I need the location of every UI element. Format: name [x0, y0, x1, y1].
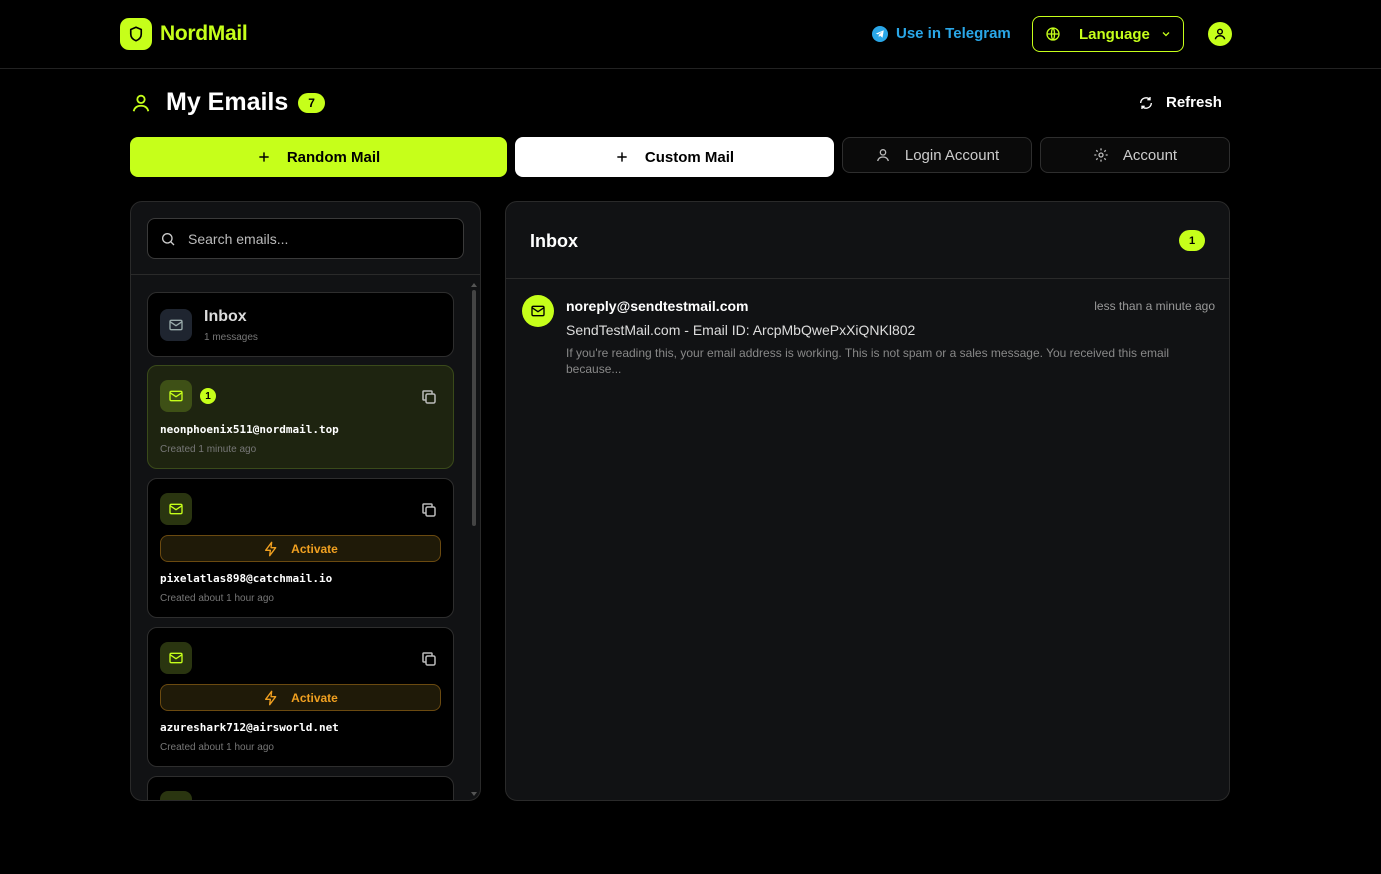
inbox-panel: Inbox 1 noreply@sendtestmail.com less th… — [505, 201, 1230, 801]
account-label: Account — [1122, 146, 1178, 164]
globe-icon — [1045, 26, 1061, 42]
created-time: Created about 1 hour ago — [160, 593, 274, 604]
email-count-badge: 7 — [298, 92, 325, 113]
copy-icon[interactable] — [420, 388, 438, 406]
message-time: less than a minute ago — [1094, 299, 1215, 313]
copy-icon[interactable] — [420, 799, 438, 800]
plus-icon — [257, 150, 271, 164]
activate-label: Activate — [291, 541, 338, 556]
shield-icon — [120, 18, 152, 50]
search-box[interactable] — [147, 218, 464, 259]
user-icon — [1214, 28, 1226, 40]
email-address: neonphoenix511@nordmail.top — [160, 423, 339, 436]
copy-icon[interactable] — [420, 501, 438, 519]
email-card[interactable]: Activate azureshark712@airsworld.net Cre… — [147, 627, 454, 767]
login-account-button[interactable]: Login Account — [842, 137, 1032, 173]
refresh-icon — [1138, 95, 1154, 111]
created-time: Created about 1 hour ago — [160, 742, 274, 753]
activate-label: Activate — [291, 690, 338, 705]
page-title: My Emails — [166, 88, 289, 116]
mail-icon — [160, 309, 192, 341]
email-address: azureshark712@airsworld.net — [160, 721, 339, 734]
activate-button[interactable]: Activate — [160, 684, 441, 711]
custom-mail-label: Custom Mail — [644, 148, 735, 166]
activate-button[interactable]: Activate — [160, 535, 441, 562]
email-card[interactable]: 1 neonphoenix511@nordmail.top Created 1 … — [147, 365, 454, 469]
inbox-title: Inbox — [530, 231, 578, 251]
login-account-label: Login Account — [904, 146, 1000, 164]
email-card[interactable] — [147, 776, 454, 800]
refresh-button[interactable]: Refresh — [1138, 94, 1222, 111]
telegram-label: Use in Telegram — [896, 25, 1011, 42]
lightning-icon — [263, 541, 279, 557]
mail-icon — [522, 295, 554, 327]
email-list: Inbox 1 messages 1 neonphoenix511@nordma… — [147, 292, 454, 800]
email-address: pixelatlas898@catchmail.io — [160, 572, 333, 585]
user-icon — [875, 147, 891, 163]
email-list-panel: Inbox 1 messages 1 neonphoenix511@nordma… — [130, 201, 481, 801]
user-icon — [130, 92, 152, 114]
scroll-thumb[interactable] — [472, 290, 476, 526]
lightning-icon — [263, 690, 279, 706]
search-input[interactable] — [188, 230, 448, 247]
mail-icon — [160, 380, 192, 412]
mail-icon — [160, 493, 192, 525]
account-button[interactable]: Account — [1040, 137, 1230, 173]
random-mail-label: Random Mail — [286, 148, 381, 166]
page-title-row: My Emails 7 — [130, 88, 325, 117]
divider — [131, 274, 480, 275]
chevron-down-icon — [1160, 28, 1172, 40]
refresh-label: Refresh — [1166, 94, 1222, 111]
message-subject: SendTestMail.com - Email ID: ArcpMbQwePx… — [566, 322, 916, 338]
inbox-message-count: 1 messages — [204, 332, 258, 343]
telegram-icon — [872, 25, 888, 42]
language-label: Language — [1079, 25, 1150, 43]
unread-badge: 1 — [200, 388, 216, 404]
search-icon — [160, 231, 176, 247]
plus-icon — [615, 150, 629, 164]
copy-icon[interactable] — [420, 650, 438, 668]
inbox-count-badge: 1 — [1179, 230, 1205, 251]
logo-text: NordMail — [160, 22, 248, 45]
inbox-title: Inbox — [204, 308, 247, 325]
message-row[interactable]: noreply@sendtestmail.com less than a min… — [506, 279, 1229, 379]
language-dropdown[interactable]: Language — [1032, 16, 1184, 52]
created-time: Created 1 minute ago — [160, 444, 257, 455]
telegram-link[interactable]: Use in Telegram — [872, 25, 1011, 42]
random-mail-button[interactable]: Random Mail — [130, 137, 507, 177]
inbox-card[interactable]: Inbox 1 messages — [147, 292, 454, 357]
logo[interactable]: NordMail — [120, 18, 248, 50]
message-preview: If you're reading this, your email addre… — [566, 346, 1170, 376]
mail-icon — [160, 642, 192, 674]
mail-icon — [160, 791, 192, 800]
scrollbar[interactable] — [471, 282, 477, 797]
user-avatar-button[interactable] — [1208, 22, 1232, 46]
email-card[interactable]: Activate pixelatlas898@catchmail.io Crea… — [147, 478, 454, 618]
gear-icon — [1093, 147, 1109, 163]
top-header: NordMail Use in Telegram Language — [0, 0, 1381, 69]
message-sender: noreply@sendtestmail.com — [566, 298, 749, 314]
custom-mail-button[interactable]: Custom Mail — [515, 137, 834, 177]
